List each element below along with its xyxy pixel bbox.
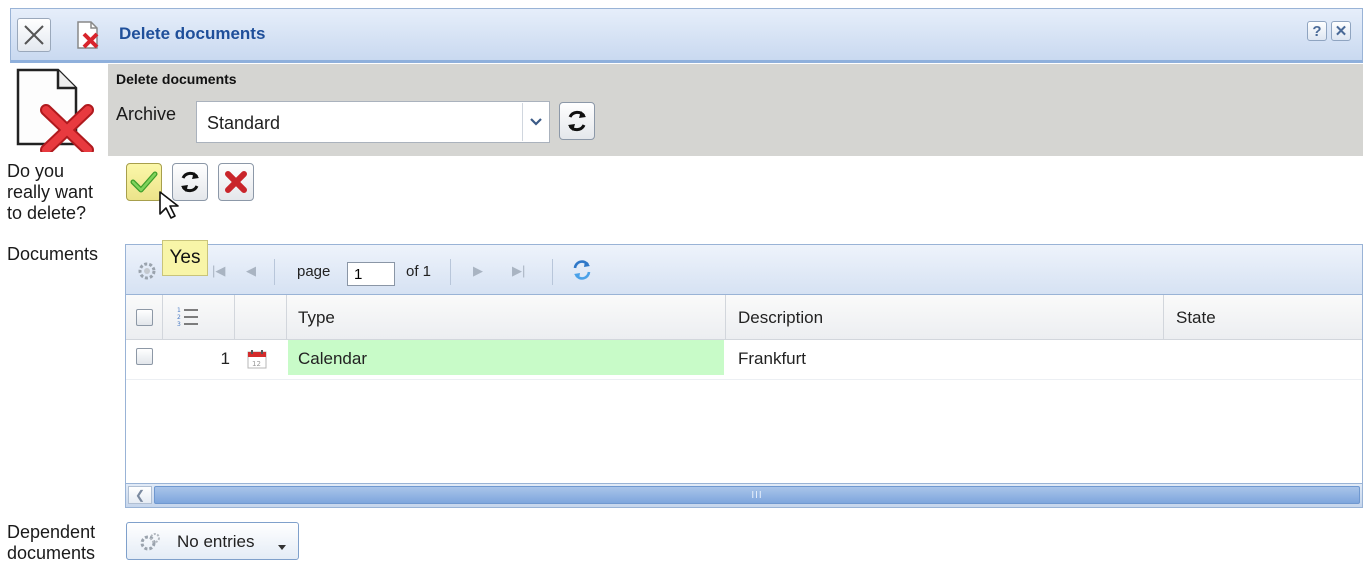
column-separator [162,295,163,340]
dependent-entries-dropdown[interactable]: No entries [126,522,299,560]
select-all-checkbox[interactable] [136,309,153,326]
column-separator [286,295,287,340]
pager-separator [552,259,553,285]
mouse-cursor-icon [158,190,182,227]
row-checkbox[interactable] [136,348,153,365]
page-number-input[interactable] [347,262,395,286]
column-separator [234,295,235,340]
pager-separator [274,259,275,285]
dependent-label-line-1: Dependent [7,522,96,542]
dependent-label-line-2: documents [7,543,96,563]
archive-select[interactable]: Standard [196,101,550,143]
scroll-left-icon[interactable]: ❮ [128,486,152,504]
refresh-icon [568,110,586,132]
delete-question: Do you really want to delete? [7,161,93,224]
gear-icon [139,532,161,557]
column-separator [725,295,726,340]
question-line-1: Do you [7,161,65,181]
caret-down-icon [277,538,287,556]
prev-page-icon[interactable]: ◀ [246,263,256,279]
column-header-state[interactable]: State [1176,308,1216,328]
chevron-down-icon[interactable] [522,103,548,141]
pager-separator [450,259,451,285]
grid-header-row: 1 2 3 Type Description State [126,295,1362,340]
column-header-description[interactable]: Description [738,308,823,328]
grid-pager: |◀ ◀ page of 1 ▶ ▶| [126,245,1362,295]
last-page-icon[interactable]: ▶| [512,263,525,279]
calendar-icon: 12 [246,348,268,375]
checkmark-icon [130,171,158,193]
delete-document-icon [73,20,103,50]
close-window-button[interactable] [17,18,51,52]
svg-text:1: 1 [177,307,181,314]
row-type: Calendar [298,349,367,368]
documents-label: Documents [7,244,99,264]
archive-select-value: Standard [207,113,281,133]
horizontal-scrollbar[interactable]: ❮ III [126,483,1362,507]
yes-tooltip: Yes [162,240,208,276]
documents-grid: |◀ ◀ page of 1 ▶ ▶| 1 2 3 [125,244,1363,508]
reload-icon[interactable] [570,258,594,287]
first-page-icon[interactable]: |◀ [212,263,225,279]
window-titlebar: Delete documents ? ✕ [10,8,1363,63]
archive-label: Archive [116,104,177,124]
question-line-2: really want [7,182,94,202]
red-x-icon [225,171,247,193]
question-line-3: to delete? [7,203,87,223]
row-description: Frankfurt [738,349,807,368]
cancel-button[interactable] [218,163,254,201]
dependent-documents-label: Dependent documents [7,522,95,564]
column-header-type[interactable]: Type [298,308,335,328]
svg-text:12: 12 [252,360,261,368]
table-row[interactable]: 1 12 Calendar Frankfurt [126,340,1362,380]
help-button[interactable]: ? [1307,21,1327,41]
scrollbar-thumb[interactable]: III [154,486,1360,504]
gear-icon[interactable] [136,260,158,287]
section-title: Delete documents [116,71,237,87]
row-number: 1 [220,349,230,368]
close-button[interactable]: ✕ [1331,21,1351,41]
page-of-label: of 1 [406,263,432,280]
window-title: Delete documents [119,24,266,43]
next-page-icon[interactable]: ▶ [473,263,483,279]
svg-text:2: 2 [177,314,181,321]
confirm-yes-button[interactable] [126,163,162,201]
delete-document-large-icon [10,66,98,156]
refresh-archive-button[interactable] [559,102,595,140]
dependent-button-label: No entries [177,532,255,551]
svg-text:3: 3 [177,321,181,328]
x-icon [24,25,44,45]
column-separator [1163,295,1164,340]
numbered-list-icon: 1 2 3 [176,305,200,334]
page-label: page [297,263,331,280]
